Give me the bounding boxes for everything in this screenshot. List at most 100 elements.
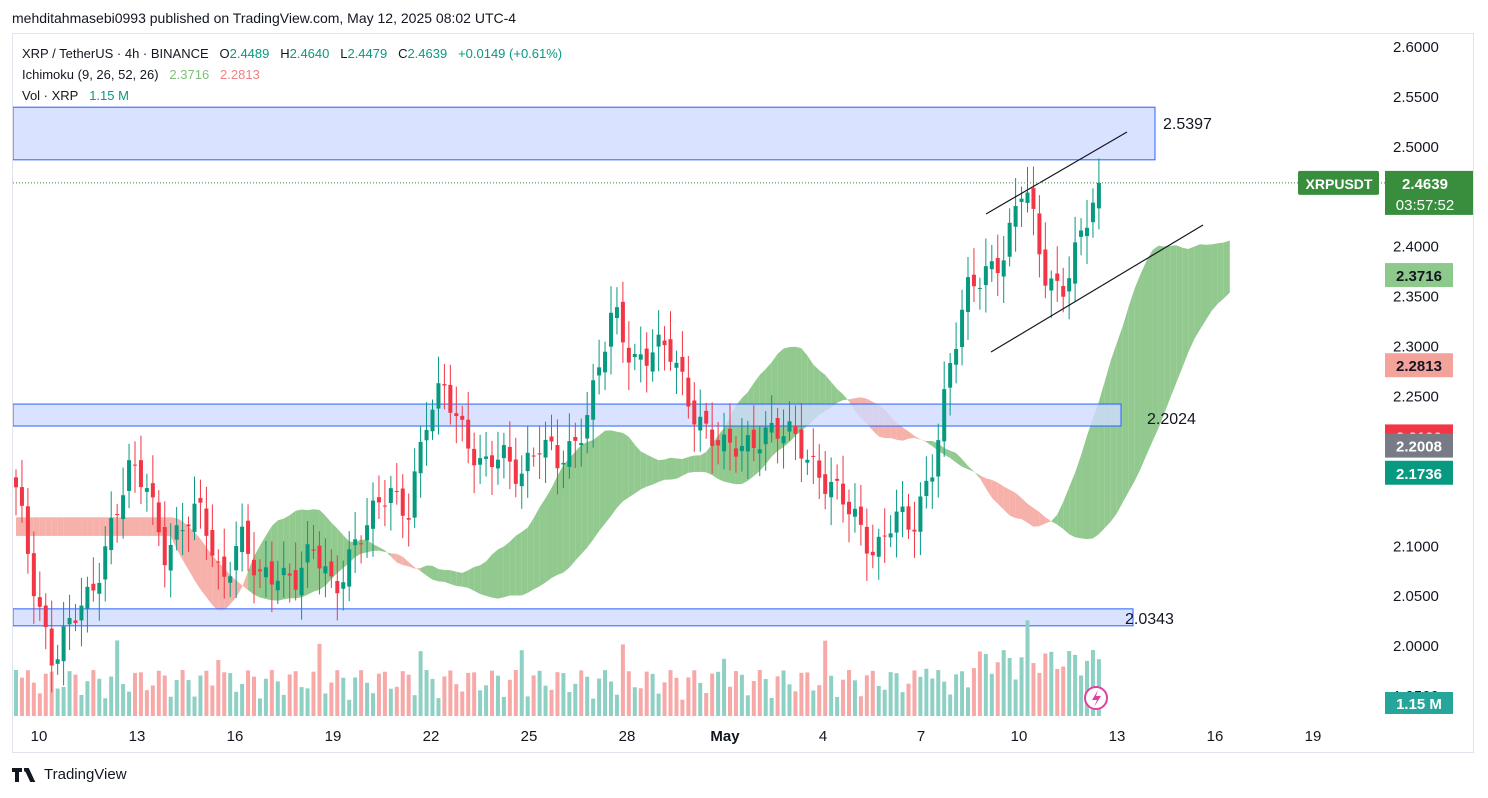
cloud-bull-segment bbox=[450, 570, 457, 586]
volume-bar bbox=[37, 693, 42, 716]
candle-body bbox=[317, 545, 322, 569]
candle-body bbox=[144, 488, 149, 492]
candle-body bbox=[888, 533, 893, 538]
candle-body bbox=[1037, 213, 1042, 255]
y-tick-label: 2.0500 bbox=[1393, 588, 1439, 605]
cloud-bear-segment bbox=[146, 517, 153, 536]
candle-body bbox=[1055, 273, 1060, 281]
candle-body bbox=[692, 400, 697, 425]
volume-bar bbox=[626, 671, 631, 716]
volume-bar bbox=[1043, 653, 1048, 716]
candle-body bbox=[281, 567, 286, 576]
legend-symbol: XRP / TetherUS · 4h · BINANCE bbox=[22, 46, 209, 61]
candle-body bbox=[269, 561, 274, 585]
volume-bar bbox=[495, 675, 500, 716]
candle-body bbox=[180, 530, 185, 532]
volume-bar bbox=[507, 679, 512, 716]
candle-body bbox=[501, 445, 506, 459]
legend-o-label: O bbox=[219, 46, 230, 61]
candle-body bbox=[442, 384, 447, 386]
candle-body bbox=[495, 459, 500, 469]
cloud-bull-segment bbox=[843, 394, 849, 402]
volume-bar bbox=[620, 644, 625, 716]
cloud-bull-segment bbox=[1051, 514, 1058, 525]
candle-body bbox=[1085, 227, 1089, 237]
legend-h-label: H bbox=[280, 46, 290, 61]
candle-body bbox=[829, 481, 834, 498]
volume-bar bbox=[115, 640, 120, 716]
candle-body bbox=[323, 566, 328, 574]
candle-body bbox=[192, 503, 197, 532]
cloud-bear-segment bbox=[117, 517, 124, 536]
y-tick-label: 2.1000 bbox=[1393, 538, 1439, 555]
candle-body bbox=[335, 580, 340, 594]
candle-body bbox=[418, 441, 423, 474]
candle-body bbox=[376, 497, 381, 503]
volume-bar bbox=[305, 688, 310, 716]
y-tick-label: 2.2500 bbox=[1393, 388, 1439, 405]
volume-bar bbox=[418, 651, 423, 716]
cloud-bear-segment bbox=[123, 517, 130, 536]
volume-bar bbox=[257, 698, 262, 716]
cloud-bear-segment bbox=[1021, 497, 1028, 523]
volume-bar bbox=[710, 673, 715, 716]
volume-bar bbox=[847, 670, 851, 716]
candle-body bbox=[305, 544, 310, 563]
candle-body bbox=[133, 464, 137, 466]
cloud-bull-segment bbox=[682, 457, 689, 476]
cloud-bull-segment bbox=[688, 455, 695, 473]
volume-bar bbox=[1001, 650, 1006, 716]
volume-bar bbox=[757, 670, 762, 716]
volume-bar bbox=[591, 698, 596, 716]
candle-body bbox=[37, 597, 42, 607]
cloud-bear-segment bbox=[206, 547, 213, 605]
footer-brand[interactable]: TradingView bbox=[12, 766, 127, 783]
volume-bar bbox=[1025, 620, 1030, 716]
volume-bar bbox=[817, 685, 822, 716]
candle-body bbox=[650, 352, 655, 372]
cloud-bull-segment bbox=[646, 454, 653, 487]
volume-bar bbox=[733, 671, 738, 716]
volume-bar bbox=[876, 685, 881, 716]
candle-body bbox=[1090, 202, 1095, 223]
candle-body bbox=[555, 445, 560, 469]
price-badge: 2.3716 bbox=[1396, 268, 1442, 285]
candle-body bbox=[900, 506, 905, 513]
cloud-bull-segment bbox=[1211, 243, 1218, 311]
volume-bar bbox=[353, 677, 358, 716]
cloud-bull-segment bbox=[599, 430, 606, 531]
volume-bar bbox=[454, 684, 459, 716]
volume-bar bbox=[603, 670, 608, 716]
legend-row-volume[interactable]: Vol · XRP 1.15 M bbox=[22, 88, 129, 103]
cloud-bull-segment bbox=[593, 435, 600, 540]
candle-body bbox=[353, 539, 358, 546]
volume-bar bbox=[912, 670, 917, 716]
candle-body bbox=[359, 543, 364, 545]
cloud-bull-segment bbox=[1063, 487, 1070, 535]
candle-body bbox=[912, 529, 917, 532]
volume-bar bbox=[1055, 668, 1060, 716]
cloud-bull-segment bbox=[837, 389, 844, 403]
cloud-bull-segment bbox=[497, 546, 504, 599]
candle-body bbox=[1043, 249, 1048, 286]
candle-body bbox=[716, 440, 721, 446]
volume-bar bbox=[977, 651, 982, 716]
candle-body bbox=[876, 536, 881, 557]
candle-body bbox=[638, 354, 643, 360]
volume-bar bbox=[31, 682, 36, 716]
cloud-bull-segment bbox=[456, 571, 463, 587]
cloud-bull-segment bbox=[563, 458, 570, 573]
price-chart[interactable]: 2.5397 2.2024 2.0343 2.6000 2.5500 2.5000 2.40… bbox=[13, 34, 1475, 754]
candle-body bbox=[710, 429, 715, 446]
candle-body bbox=[632, 354, 637, 358]
candle-body bbox=[293, 570, 298, 590]
candle-body bbox=[73, 620, 78, 624]
candle-body bbox=[150, 483, 155, 498]
candle-body bbox=[490, 455, 494, 468]
zone-label: 2.5397 bbox=[1163, 116, 1212, 133]
legend-row-ichimoku[interactable]: Ichimoku (9, 26, 52, 26) 2.3716 2.2813 bbox=[22, 67, 260, 82]
cloud-bear-segment bbox=[135, 517, 141, 536]
cloud-bull-segment bbox=[515, 531, 522, 596]
chart-frame[interactable]: 2.5397 2.2024 2.0343 2.6000 2.5500 2.5000 2.40… bbox=[12, 33, 1474, 753]
candle-body bbox=[626, 347, 631, 363]
